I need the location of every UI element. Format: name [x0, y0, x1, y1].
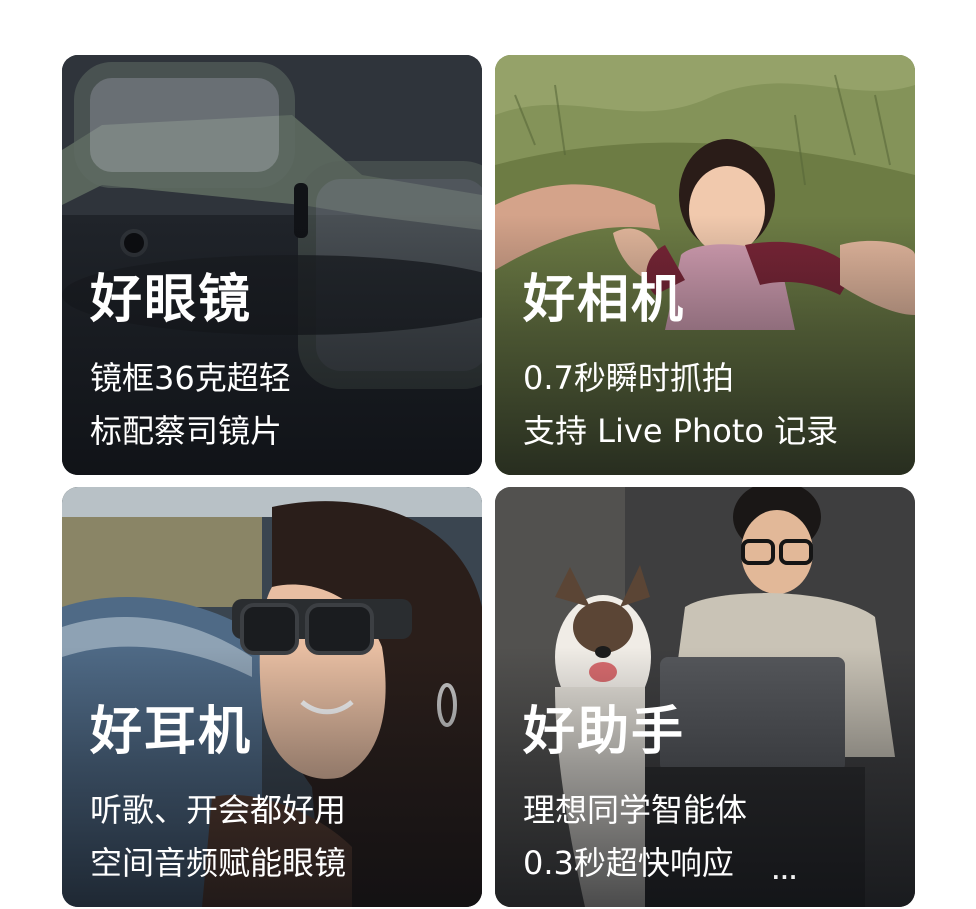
feature-card-camera: 好相机 0.7秒瞬时抓拍 支持 Live Photo 记录: [495, 55, 915, 475]
feature-grid: 好眼镜 镜框36克超轻 标配蔡司镜片 好相机 0.7秒瞬时抓拍 支持 Live …: [0, 0, 976, 909]
card-line-2: 空间音频赋能眼镜: [90, 844, 347, 882]
card-title: 好眼镜: [90, 270, 253, 330]
card-line-2: 支持 Live Photo 记录: [523, 412, 839, 450]
card-line-1: 0.7秒瞬时抓拍: [523, 359, 734, 397]
watermark: ...: [772, 860, 798, 884]
card-line-1: 理想同学智能体: [523, 791, 748, 829]
card-line-2: 0.3秒超快响应: [523, 844, 734, 882]
feature-card-earphones: 好耳机 听歌、开会都好用 空间音频赋能眼镜: [62, 487, 482, 907]
card-line-1: 镜框36克超轻: [90, 359, 291, 397]
card-title: 好相机: [523, 270, 686, 330]
card-title: 好耳机: [90, 702, 253, 762]
card-title: 好助手: [523, 702, 686, 762]
card-line-2: 标配蔡司镜片: [90, 412, 283, 450]
feature-card-glasses: 好眼镜 镜框36克超轻 标配蔡司镜片: [62, 55, 482, 475]
feature-card-assistant: 好助手 理想同学智能体 0.3秒超快响应: [495, 487, 915, 907]
card-line-1: 听歌、开会都好用: [90, 791, 347, 829]
